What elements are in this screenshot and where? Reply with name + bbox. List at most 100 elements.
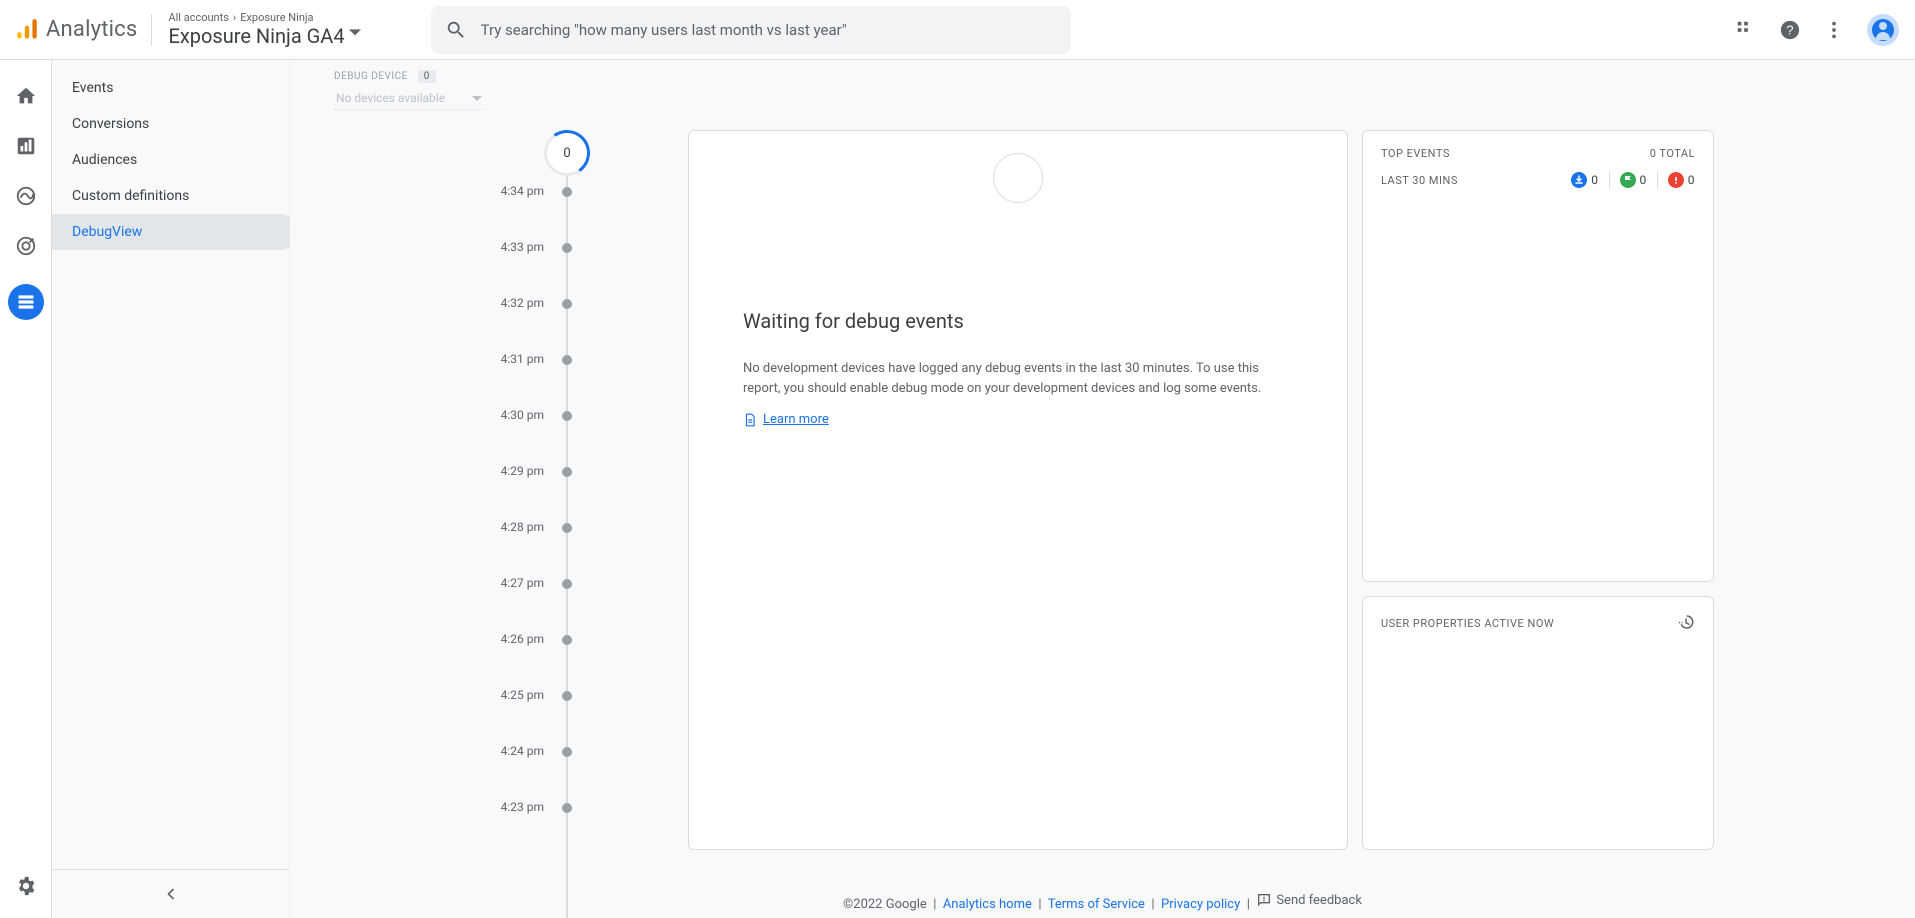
download-icon xyxy=(1571,172,1587,188)
timeline-mark-label: 4:34 pm xyxy=(501,184,544,198)
timeline-mark-dot xyxy=(562,803,572,813)
chevron-right-icon: › xyxy=(233,12,236,24)
timeline-mark: 4:26 pm xyxy=(304,638,674,694)
timeline-mark-dot xyxy=(562,579,572,589)
timeline-mark-label: 4:30 pm xyxy=(501,408,544,422)
learn-more-link[interactable]: Learn more xyxy=(763,412,829,427)
subnav-debugview[interactable]: DebugView xyxy=(52,214,298,250)
nav-rail xyxy=(0,60,52,918)
top-events-total: 0 TOTAL xyxy=(1650,147,1695,160)
timeline-mark-label: 4:25 pm xyxy=(501,688,544,702)
top-events-card: TOP EVENTS 0 TOTAL LAST 30 MINS 0 xyxy=(1362,130,1714,582)
more-vert-icon[interactable] xyxy=(1823,19,1845,41)
footer-tos[interactable]: Terms of Service xyxy=(1048,897,1145,912)
app-header: Analytics All accounts › Exposure Ninja … xyxy=(0,0,1915,60)
nav-settings[interactable] xyxy=(14,874,38,898)
footer-feedback[interactable]: Send feedback xyxy=(1256,892,1362,908)
subnav-custom-definitions[interactable]: Custom definitions xyxy=(52,178,289,214)
debug-device-select[interactable]: No devices available xyxy=(334,89,484,110)
timeline-mark: 4:25 pm xyxy=(304,694,674,750)
timeline-mark: 4:23 pm xyxy=(304,806,674,862)
divider xyxy=(1657,172,1658,188)
search-placeholder: Try searching "how many users last month… xyxy=(481,21,847,39)
timeline-mark-label: 4:24 pm xyxy=(501,744,544,758)
search-bar[interactable]: Try searching "how many users last month… xyxy=(431,6,1071,54)
timeline-mark: 4:29 pm xyxy=(304,470,674,526)
history-icon[interactable] xyxy=(1677,613,1695,634)
timeline-now-badge: 0 xyxy=(544,130,590,176)
nav-home[interactable] xyxy=(14,84,38,108)
timeline-mark-label: 4:26 pm xyxy=(501,632,544,646)
timeline-mark: 4:30 pm xyxy=(304,414,674,470)
page-footer: ©2022 Google | Analytics home | Terms of… xyxy=(290,892,1915,912)
footer-privacy[interactable]: Privacy policy xyxy=(1161,897,1240,912)
breadcrumb-root: All accounts xyxy=(168,12,228,24)
apps-icon[interactable] xyxy=(1735,19,1757,41)
work-area: DEBUG DEVICE 0 No devices available 0 4:… xyxy=(290,60,1915,918)
nav-explore[interactable] xyxy=(14,184,38,208)
debug-device-label: DEBUG DEVICE xyxy=(334,71,408,82)
account-avatar[interactable] xyxy=(1867,14,1899,46)
timeline-mark-dot xyxy=(562,691,572,701)
timeline-mark-label: 4:28 pm xyxy=(501,520,544,534)
user-props-title: USER PROPERTIES ACTIVE NOW xyxy=(1381,617,1554,630)
subnav-audiences[interactable]: Audiences xyxy=(52,142,289,178)
header-right: ? xyxy=(1735,14,1899,46)
timeline-mark-dot xyxy=(562,635,572,645)
timeline-mark-dot xyxy=(562,243,572,253)
timeline-mark: 4:34 pm xyxy=(304,190,674,246)
nav-configure[interactable] xyxy=(8,284,44,320)
empty-status-icon xyxy=(993,153,1043,203)
debug-device-count: 0 xyxy=(418,70,436,83)
account-breadcrumb: All accounts › Exposure Ninja xyxy=(168,12,360,24)
event-badge-orange: 0 xyxy=(1668,172,1695,188)
analytics-logo[interactable]: Analytics xyxy=(10,17,137,43)
event-count-orange: 0 xyxy=(1688,173,1695,187)
timeline-mark: 4:31 pm xyxy=(304,358,674,414)
top-events-badges: 0 0 xyxy=(1571,172,1695,188)
timeline-mark-dot xyxy=(562,187,572,197)
event-badge-green: 0 xyxy=(1620,172,1647,188)
timeline-mark: 4:33 pm xyxy=(304,246,674,302)
timeline-mark: 4:32 pm xyxy=(304,302,674,358)
document-icon xyxy=(743,413,757,427)
subnav-events[interactable]: Events xyxy=(52,70,289,106)
caret-down-icon xyxy=(472,93,482,107)
property-name: Exposure Ninja GA4 xyxy=(168,25,344,47)
svg-text:?: ? xyxy=(1786,22,1793,37)
event-count-green: 0 xyxy=(1640,173,1647,187)
top-events-range: LAST 30 MINS xyxy=(1381,174,1458,187)
subnav-conversions[interactable]: Conversions xyxy=(52,106,289,142)
chevron-left-icon xyxy=(161,884,181,904)
timeline-mark-label: 4:33 pm xyxy=(501,240,544,254)
footer-copyright: ©2022 Google xyxy=(843,897,927,912)
timeline-mark-label: 4:27 pm xyxy=(501,576,544,590)
timeline-mark-label: 4:32 pm xyxy=(501,296,544,310)
header-divider xyxy=(151,14,152,46)
feedback-icon xyxy=(1256,892,1272,908)
footer-analytics-home[interactable]: Analytics home xyxy=(943,897,1032,912)
timeline-mark-dot xyxy=(562,523,572,533)
analytics-logo-text: Analytics xyxy=(46,17,137,42)
nav-reports[interactable] xyxy=(14,134,38,158)
subnav-collapse[interactable] xyxy=(52,869,289,904)
timeline-now-count: 0 xyxy=(563,146,570,161)
event-count-blue: 0 xyxy=(1591,173,1598,187)
debug-main-card: Waiting for debug events No development … xyxy=(688,130,1348,850)
nav-advertising[interactable] xyxy=(14,234,38,258)
help-icon[interactable]: ? xyxy=(1779,19,1801,41)
account-picker[interactable]: All accounts › Exposure Ninja Exposure N… xyxy=(168,12,360,46)
timeline-mark: 4:28 pm xyxy=(304,526,674,582)
footer-feedback-label: Send feedback xyxy=(1276,893,1362,908)
divider xyxy=(1609,172,1610,188)
breadcrumb-leaf: Exposure Ninja xyxy=(240,12,313,24)
timeline-mark-label: 4:23 pm xyxy=(501,800,544,814)
debug-empty-title: Waiting for debug events xyxy=(743,309,1293,333)
flag-icon xyxy=(1620,172,1636,188)
timeline-mark: 4:24 pm xyxy=(304,750,674,806)
analytics-logo-icon xyxy=(14,17,40,43)
timeline-mark-label: 4:31 pm xyxy=(501,352,544,366)
event-badge-blue: 0 xyxy=(1571,172,1598,188)
avatar-person-icon xyxy=(1872,19,1894,41)
timeline-mark-dot xyxy=(562,299,572,309)
